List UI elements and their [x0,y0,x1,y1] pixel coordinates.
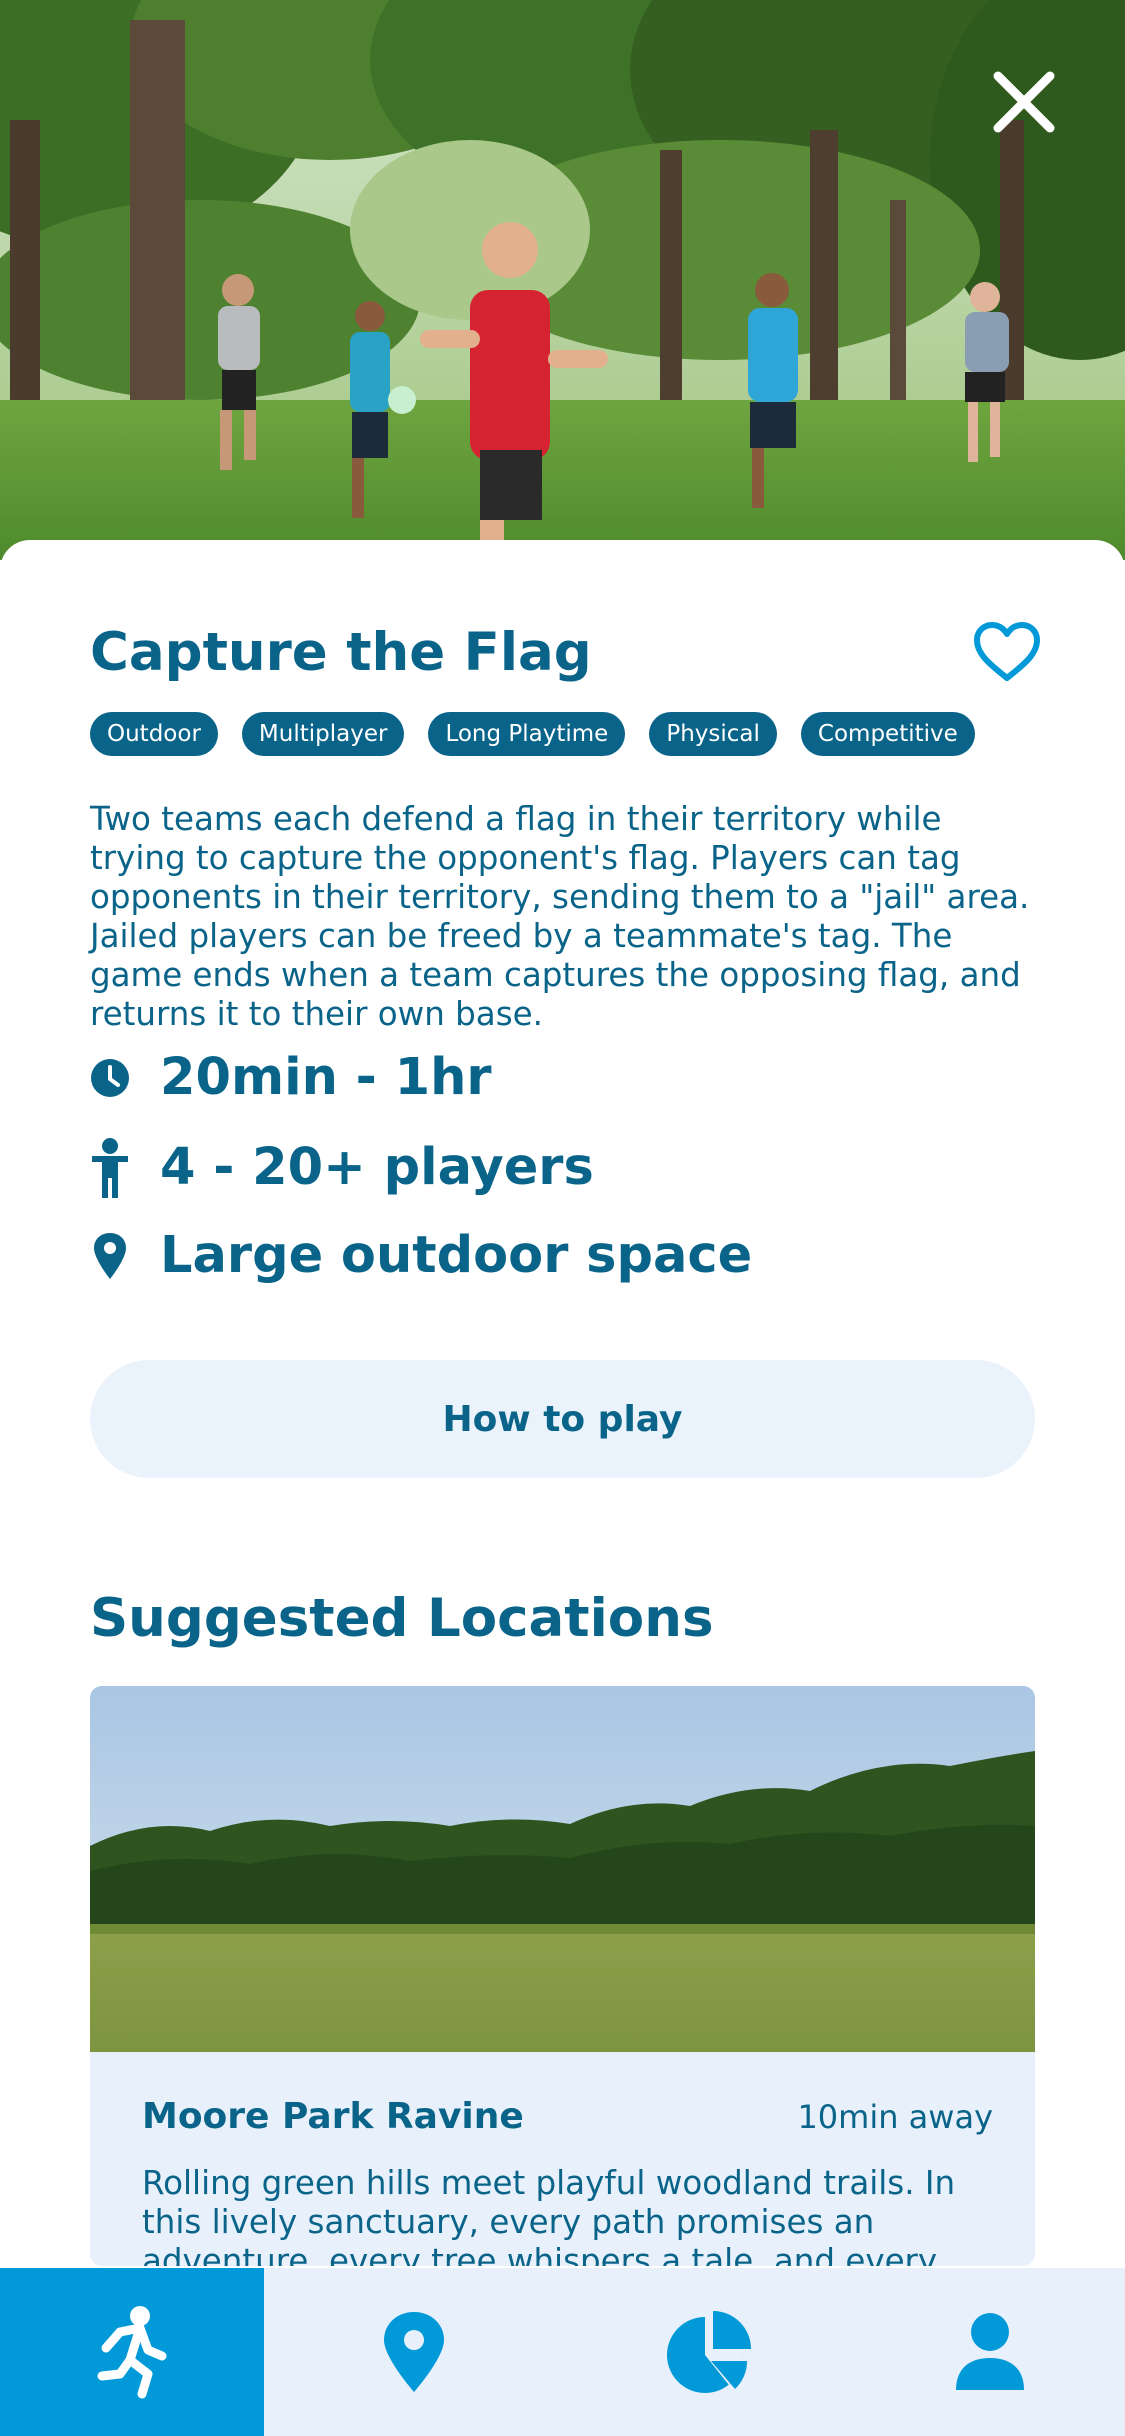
location-description: Rolling green hills meet playful woodlan… [142,2164,956,2266]
tag-competitive: Competitive [800,712,975,756]
nav-stats[interactable] [564,2268,854,2436]
heart-outline-icon[interactable] [972,620,1042,684]
pie-chart-icon [667,2311,751,2393]
location-card[interactable]: Moore Park Ravine 10min away Rolling gre… [90,1686,1035,2266]
user-icon [955,2313,1024,2390]
nav-locations[interactable] [264,2268,564,2436]
nav-activities[interactable] [0,2268,264,2436]
duration-row: 20min - 1hr [90,1048,492,1107]
duration-text: 20min - 1hr [160,1048,492,1107]
nav-profile[interactable] [854,2268,1125,2436]
clock-icon [90,1050,130,1106]
space-text: Large outdoor space [160,1226,753,1285]
location-image [90,1686,1035,2052]
activity-description: Two teams each defend a flag in their te… [90,800,1030,1033]
person-icon [90,1137,130,1198]
close-icon[interactable] [988,66,1060,138]
tag-multiplayer: Multiplayer [241,712,405,756]
location-name: Moore Park Ravine [142,2096,524,2137]
location-distance: 10min away [797,2098,993,2136]
players-text: 4 - 20+ players [160,1138,594,1197]
hero-image [0,0,1125,560]
tag-long-playtime: Long Playtime [428,712,626,756]
bottom-nav [0,2268,1125,2436]
how-to-play-button[interactable]: How to play [90,1360,1035,1478]
players-row: 4 - 20+ players [90,1137,594,1198]
tag-physical: Physical [649,712,777,756]
activity-title: Capture the Flag [90,622,592,683]
map-pin-icon [90,1228,130,1284]
running-person-icon [97,2306,167,2399]
tag-outdoor: Outdoor [90,712,218,756]
map-pin-icon [384,2312,444,2392]
suggested-locations-title: Suggested Locations [90,1588,714,1649]
tag-list: Outdoor Multiplayer Long Playtime Physic… [90,712,975,756]
space-row: Large outdoor space [90,1226,752,1285]
